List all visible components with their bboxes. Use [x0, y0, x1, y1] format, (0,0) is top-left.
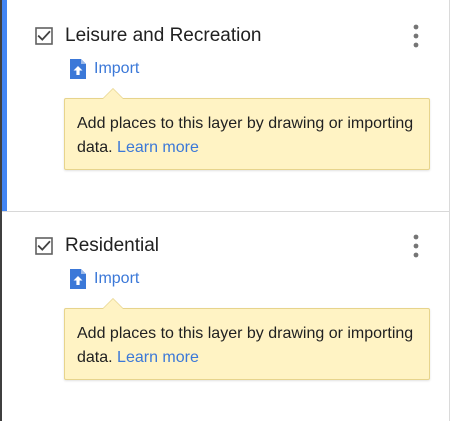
layer-visibility-checkbox[interactable] — [35, 237, 53, 255]
learn-more-link[interactable]: Learn more — [117, 349, 199, 366]
layer-title[interactable]: Leisure and Recreation — [65, 24, 261, 48]
layer-title[interactable]: Residential — [65, 234, 159, 258]
more-vert-icon[interactable] — [411, 22, 421, 50]
import-button[interactable]: Import — [70, 268, 139, 290]
selected-layer-indicator — [2, 0, 7, 211]
layer-leisure-and-recreation[interactable]: Leisure and Recreation Import Add places… — [2, 0, 449, 211]
file-upload-icon — [70, 59, 86, 79]
import-label: Import — [94, 60, 140, 77]
layer-residential[interactable]: Residential Import Add places to this la… — [2, 212, 449, 421]
empty-layer-hint: Add places to this layer by drawing or i… — [64, 88, 430, 170]
layer-visibility-checkbox[interactable] — [35, 27, 53, 45]
hint-arrow-fill — [103, 89, 123, 99]
hint-arrow-fill — [103, 299, 123, 309]
learn-more-link[interactable]: Learn more — [117, 139, 199, 156]
empty-layer-hint: Add places to this layer by drawing or i… — [64, 298, 430, 380]
import-label: Import — [94, 270, 140, 287]
more-vert-icon[interactable] — [411, 232, 421, 260]
file-upload-icon — [70, 269, 86, 289]
import-button[interactable]: Import — [70, 58, 139, 80]
